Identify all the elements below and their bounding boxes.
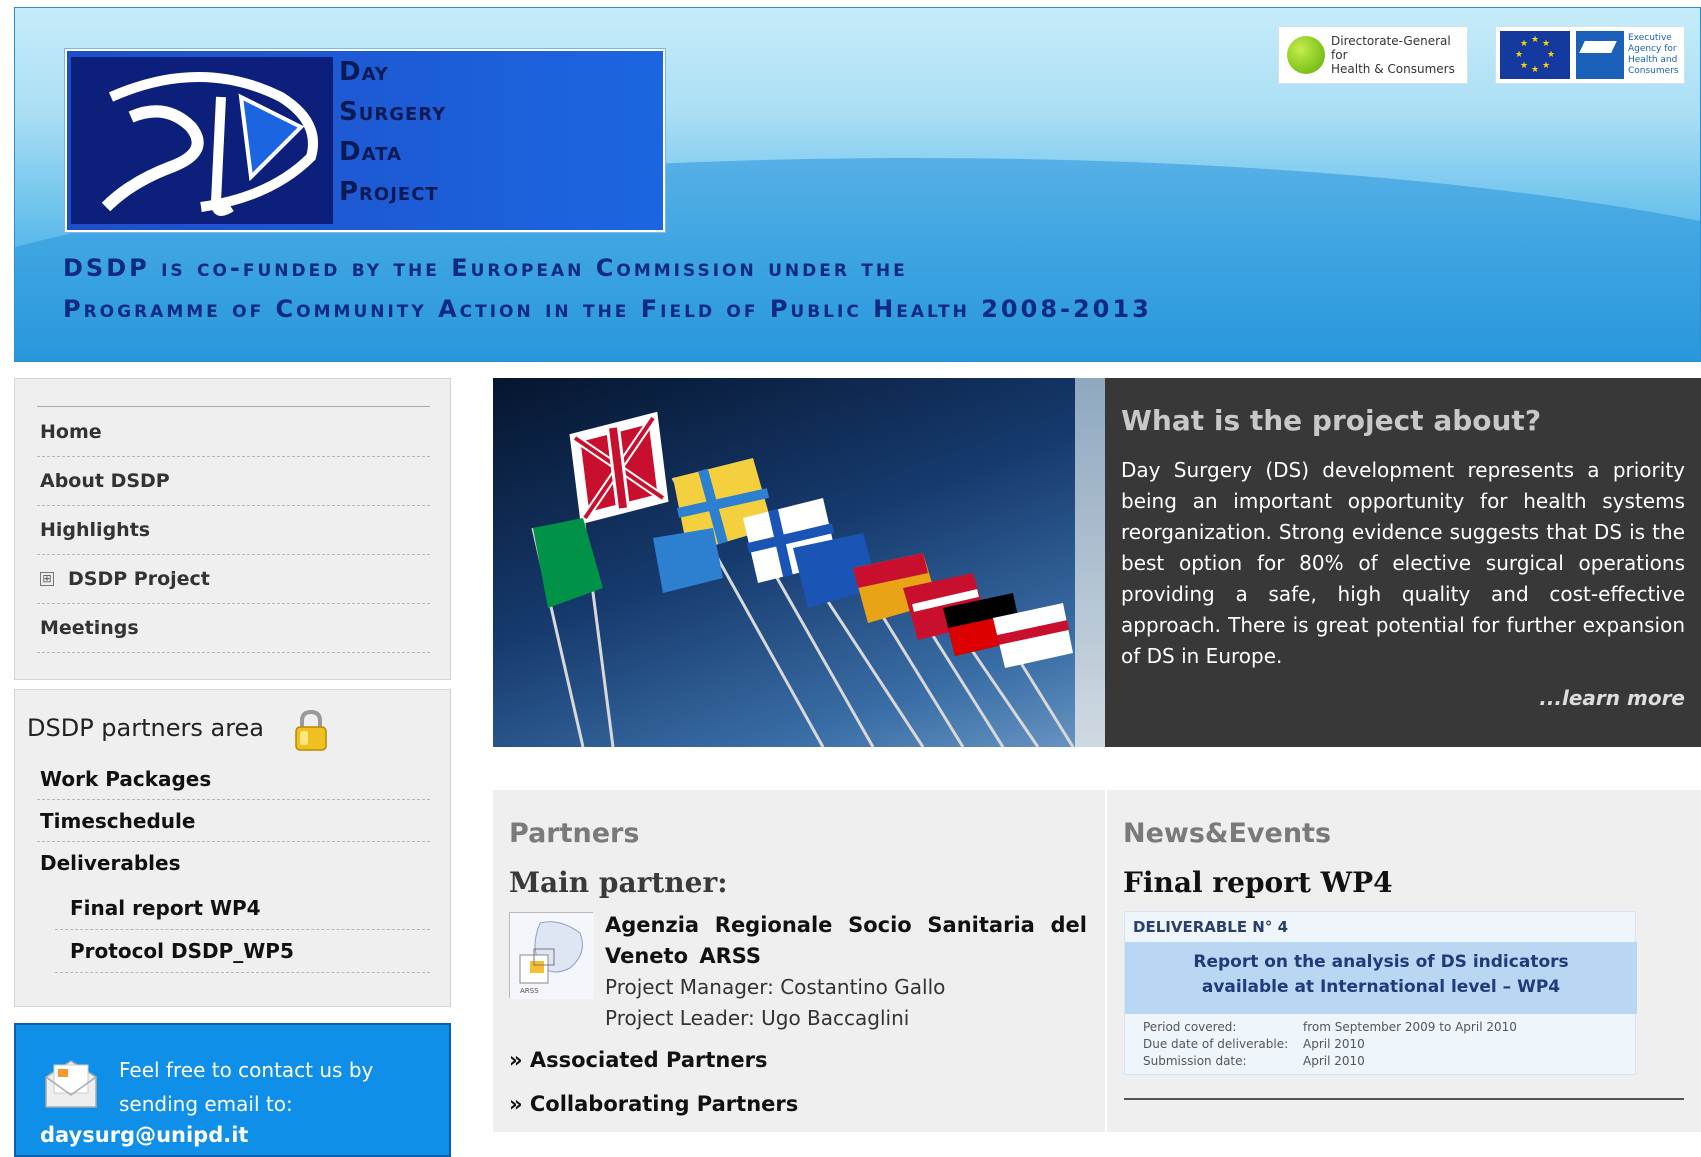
eu-flags-photo — [493, 378, 1105, 747]
pa-sub-label: Final report WP4 — [70, 896, 261, 920]
eahc-logo-text-4: Consumers — [1628, 66, 1679, 76]
deliverable-label: DELIVERABLE N° 4 — [1133, 918, 1289, 936]
logo-word-project: Project — [339, 177, 439, 207]
logo-line-4: Project — [339, 177, 439, 207]
deliverable-due-label: Due date of deliverable: — [1143, 1037, 1289, 1051]
news-events-panel: News&Events Final report WP4 DELIVERABLE… — [1107, 790, 1701, 1132]
main-partner-name[interactable]: Agenzia Regionale Socio Sanitaria del Ve… — [605, 910, 1087, 972]
nav-item-label: Highlights — [40, 519, 151, 541]
nav-item-meetings[interactable]: Meetings — [37, 604, 430, 653]
deliverable-due-row: Due date of deliverable: April 2010 — [1143, 1037, 1365, 1051]
associated-partners-link[interactable]: » Associated Partners — [509, 1048, 767, 1072]
svg-text:ARSS: ARSS — [520, 987, 539, 995]
eahc-logo-text: Executive Agency for Health and Consumer… — [1628, 33, 1679, 77]
nav-item-highlights[interactable]: Highlights — [37, 506, 430, 555]
nav-item-about[interactable]: About DSDP — [37, 457, 430, 506]
nav-item-dsdp-project[interactable]: ⊞ DSDP Project — [37, 555, 430, 604]
news-item-title[interactable]: Final report WP4 — [1123, 866, 1393, 899]
work-packages-link[interactable]: Work Packages — [37, 758, 430, 800]
partners-area-title: DSDP partners area — [27, 714, 265, 742]
logo-line-1: Day — [339, 57, 389, 87]
deliverable-period-row: Period covered: from September 2009 to A… — [1143, 1020, 1517, 1034]
deliverable-title: Report on the analysis of DS indicators … — [1125, 950, 1637, 1000]
deliverable-submission-value: April 2010 — [1303, 1054, 1365, 1068]
pa-item-label: Deliverables — [40, 851, 181, 875]
about-title: What is the project about? — [1121, 404, 1542, 437]
final-report-wp4-link[interactable]: Final report WP4 — [55, 887, 430, 930]
sidebar-nav: Home About DSDP Highlights ⊞ DSDP Projec… — [14, 378, 451, 680]
protocol-dsdp-wp5-link[interactable]: Protocol DSDP_WP5 — [55, 930, 430, 973]
deliverable-submission-label: Submission date: — [1143, 1054, 1247, 1068]
about-panel: What is the project about? Day Surgery (… — [1105, 378, 1701, 747]
partners-area-box: DSDP partners area Work Packages Timesch… — [14, 689, 451, 1007]
hero-divider-strip — [1075, 378, 1105, 747]
about-body: Day Surgery (DS) development represents … — [1121, 458, 1685, 668]
logo-word-data: Data — [339, 137, 402, 167]
dsdp-logo-mark — [71, 57, 333, 224]
cofunding-banner-line-1: DSDP is co-funded by the European Commis… — [63, 254, 908, 282]
logo-line-3: Data — [339, 137, 402, 167]
expand-plus-icon[interactable]: ⊞ — [40, 572, 54, 586]
dg-health-consumers-logo[interactable]: Directorate-General for Health & Consume… — [1278, 26, 1468, 84]
logo-line-2: Surgery — [339, 97, 447, 127]
logo-word-day: Day — [339, 57, 389, 87]
flags-illustration — [531, 411, 1075, 747]
contact-text: Feel free to contact us by sending email… — [119, 1058, 374, 1116]
deliverables-link[interactable]: Deliverables — [37, 842, 430, 884]
nav-item-home[interactable]: Home — [37, 408, 430, 457]
nav-item-label: Meetings — [40, 617, 139, 639]
dg-logo-text: Directorate-General for Health & Consume… — [1331, 34, 1467, 76]
nav-item-label: About DSDP — [40, 470, 170, 492]
eahc-logo-text-3: Health and — [1628, 55, 1678, 65]
pa-item-label: Timeschedule — [40, 808, 196, 833]
eahc-logo[interactable]: ★ ★ ★ ★ ★ ★ ★ ★ Executive Agency for Health a… — [1495, 26, 1685, 84]
site-logo[interactable]: Day Surgery Data Project — [65, 49, 665, 232]
eahc-logo-text-2: Agency for — [1628, 44, 1677, 54]
apple-icon — [1287, 36, 1325, 74]
nav-item-label: Home — [40, 421, 102, 443]
logo-word-surgery: Surgery — [339, 97, 446, 127]
deliverable-title-line-1: Report on the analysis of DS indicators — [1193, 952, 1569, 972]
pa-item-label: Work Packages — [40, 766, 212, 791]
main-partner-heading: Main partner: — [509, 866, 728, 899]
deliverable-period-value: from September 2009 to April 2010 — [1303, 1020, 1517, 1034]
eu-flag-icon: ★ ★ ★ ★ ★ ★ ★ ★ — [1500, 31, 1570, 79]
eahc-mark-icon — [1576, 31, 1624, 79]
partners-panel: Partners Main partner: ARSS Agenzia Regi… — [493, 790, 1105, 1132]
nav-top-divider — [37, 406, 430, 407]
deliverable-period-label: Period covered: — [1143, 1020, 1237, 1034]
dg-logo-text-2: Health & Consumers — [1331, 62, 1455, 76]
deliverable-thumbnail[interactable]: DELIVERABLE N° 4 Report on the analysis … — [1124, 911, 1637, 1075]
site-header: Day Surgery Data Project DSDP is co-fund… — [14, 7, 1701, 362]
cofunding-banner-line-2: Programme of Community Action in the Fie… — [63, 295, 1152, 323]
news-divider — [1124, 1098, 1684, 1100]
lock-icon — [295, 709, 327, 751]
deliverable-due-value: April 2010 — [1303, 1037, 1365, 1051]
deliverable-submission-row: Submission date: April 2010 — [1143, 1054, 1365, 1068]
timeschedule-link[interactable]: Timeschedule — [37, 800, 430, 842]
pa-sub-label: Protocol DSDP_WP5 — [70, 939, 294, 963]
eahc-logo-text-1: Executive — [1628, 33, 1672, 43]
project-manager: Project Manager: Costantino Gallo — [605, 975, 946, 999]
news-heading: News&Events — [1123, 818, 1332, 849]
deliverable-title-line-2: available at International level – WP4 — [1201, 977, 1561, 997]
partners-heading: Partners — [509, 818, 640, 849]
nav-item-label: DSDP Project — [68, 568, 210, 590]
project-leader: Project Leader: Ugo Baccaglini — [605, 1006, 910, 1030]
sd-logo-icon — [101, 72, 318, 216]
dg-logo-text-1: Directorate-General for — [1331, 34, 1451, 62]
arss-logo[interactable]: ARSS — [509, 912, 594, 999]
learn-more-link[interactable]: ...learn more — [1539, 686, 1685, 710]
contact-email-link[interactable]: daysurg@unipd.it — [40, 1123, 248, 1147]
arss-map-icon: ARSS — [510, 913, 594, 999]
contact-box: Feel free to contact us by sending email… — [14, 1023, 451, 1157]
envelope-icon — [45, 1060, 97, 1108]
collaborating-partners-link[interactable]: » Collaborating Partners — [509, 1092, 798, 1116]
